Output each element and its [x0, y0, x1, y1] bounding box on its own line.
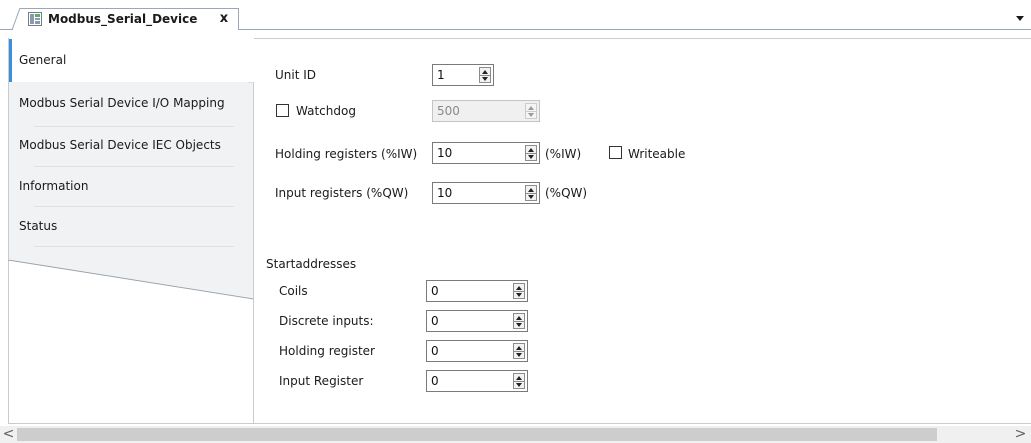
spinner-buttons[interactable] — [513, 313, 525, 329]
spin-up-icon[interactable] — [516, 376, 522, 380]
close-icon[interactable]: x — [218, 12, 230, 26]
spin-up-icon[interactable] — [528, 148, 534, 152]
tab-io-mapping-label: Modbus Serial Device I/O Mapping — [19, 96, 225, 110]
spin-up-icon[interactable] — [516, 286, 522, 290]
holding-registers-suffix: (%IW) — [545, 147, 582, 161]
input-registers-value: 10 — [437, 186, 453, 200]
input-registers-suffix: (%QW) — [545, 186, 588, 200]
start-addresses-title: Startaddresses — [266, 257, 357, 271]
watchdog-checkbox[interactable] — [276, 104, 289, 117]
spin-up-icon[interactable] — [482, 70, 488, 74]
writeable-checkbox[interactable] — [609, 146, 622, 159]
watchdog-label: Watchdog — [296, 104, 356, 118]
spin-down-icon[interactable] — [516, 353, 522, 357]
input-register-value: 0 — [431, 374, 439, 388]
tab-information-label: Information — [19, 179, 89, 193]
input-registers-spinner[interactable]: 10 — [432, 182, 540, 204]
horizontal-scrollbar[interactable]: < > — [0, 426, 1031, 443]
subtab-panel: General Modbus Serial Device I/O Mapping… — [8, 38, 254, 424]
spin-down-icon[interactable] — [516, 323, 522, 327]
spin-down-icon — [528, 113, 534, 117]
holding-registers-spinner[interactable]: 10 — [432, 142, 540, 164]
spin-up-icon — [528, 106, 534, 110]
input-register-spinner[interactable]: 0 — [426, 370, 528, 392]
discrete-inputs-label: Discrete inputs: — [279, 314, 374, 328]
discrete-inputs-value: 0 — [431, 314, 439, 328]
tab-io-mapping[interactable]: Modbus Serial Device I/O Mapping — [8, 84, 248, 122]
document-tab-strip: Modbus_Serial_Device x — [0, 0, 1031, 30]
spinner-buttons[interactable] — [513, 283, 525, 299]
spinner-buttons[interactable] — [513, 373, 525, 389]
tab-iec-objects-label: Modbus Serial Device IEC Objects — [19, 138, 221, 152]
holding-registers-label: Holding registers (%IW) — [275, 147, 418, 161]
writeable-label: Writeable — [628, 147, 686, 161]
discrete-inputs-spinner[interactable]: 0 — [426, 310, 528, 332]
tab-status-label: Status — [19, 219, 58, 233]
spinner-buttons — [525, 103, 537, 119]
holding-register-spinner[interactable]: 0 — [426, 340, 528, 362]
watchdog-spinner: 500 — [432, 100, 540, 122]
scroll-left-icon[interactable]: < — [0, 426, 17, 443]
spin-down-icon[interactable] — [528, 155, 534, 159]
tab-information[interactable]: Information — [8, 167, 248, 205]
tab-status[interactable]: Status — [8, 207, 248, 245]
device-icon — [28, 12, 42, 26]
spin-down-icon[interactable] — [482, 77, 488, 81]
spinner-buttons[interactable] — [479, 67, 491, 83]
spin-up-icon[interactable] — [516, 346, 522, 350]
chevron-down-icon[interactable] — [1013, 12, 1027, 24]
spin-down-icon[interactable] — [528, 195, 534, 199]
coils-value: 0 — [431, 284, 439, 298]
tab-iec-objects[interactable]: Modbus Serial Device IEC Objects — [8, 127, 248, 165]
holding-registers-value: 10 — [437, 146, 453, 160]
holding-register-label: Holding register — [279, 344, 375, 358]
input-registers-label: Input registers (%QW) — [275, 186, 409, 200]
spin-down-icon[interactable] — [516, 293, 522, 297]
scroll-right-icon[interactable]: > — [1012, 426, 1029, 443]
unit-id-spinner[interactable]: 1 — [432, 64, 494, 86]
spin-down-icon[interactable] — [516, 383, 522, 387]
holding-register-value: 0 — [431, 344, 439, 358]
spinner-buttons[interactable] — [525, 145, 537, 161]
unit-id-value: 1 — [437, 68, 445, 82]
tab-separator — [34, 246, 234, 247]
spin-up-icon[interactable] — [528, 188, 534, 192]
coils-label: Coils — [279, 284, 308, 298]
spin-up-icon[interactable] — [516, 316, 522, 320]
spinner-buttons[interactable] — [525, 185, 537, 201]
tab-general-label: General — [19, 53, 67, 67]
scrollbar-thumb[interactable] — [17, 428, 937, 441]
document-tab-title: Modbus_Serial_Device — [48, 12, 198, 26]
input-register-label: Input Register — [279, 374, 364, 388]
unit-id-label: Unit ID — [275, 68, 317, 82]
tab-general[interactable]: General — [8, 42, 248, 80]
watchdog-value: 500 — [437, 104, 460, 118]
spinner-buttons[interactable] — [513, 343, 525, 359]
coils-spinner[interactable]: 0 — [426, 280, 528, 302]
